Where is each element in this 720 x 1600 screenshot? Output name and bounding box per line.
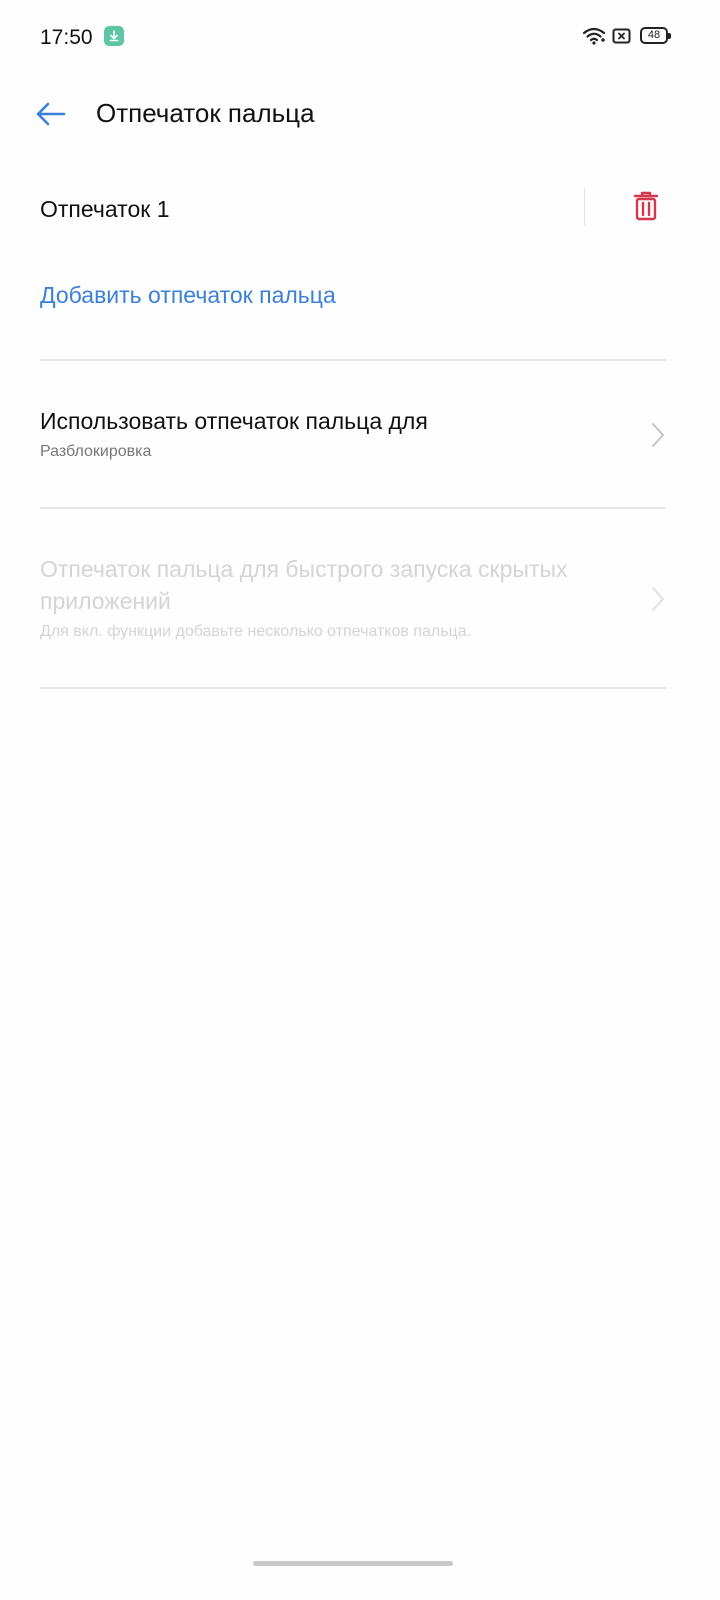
divider bbox=[584, 188, 585, 226]
chevron-right-icon bbox=[652, 423, 664, 447]
back-button[interactable] bbox=[30, 96, 70, 132]
fingerprint-item[interactable]: Отпечаток 1 bbox=[40, 180, 666, 236]
trash-icon bbox=[633, 191, 659, 221]
item-title: Использовать отпечаток пальца для bbox=[40, 408, 428, 434]
download-notification-icon bbox=[104, 26, 124, 46]
divider bbox=[40, 359, 666, 361]
battery-icon: 48 bbox=[640, 27, 671, 44]
fingerprint-name: Отпечаток 1 bbox=[40, 196, 170, 222]
item-subtitle: Разблокировка bbox=[40, 443, 152, 460]
hidden-apps-fingerprint-item[interactable]: Отпечаток пальца для быстрого запуска ск… bbox=[40, 553, 666, 653]
battery-level: 48 bbox=[647, 29, 661, 41]
item-subtitle: Для вкл. функции добавьте несколько отпе… bbox=[40, 623, 472, 640]
home-indicator[interactable] bbox=[253, 1561, 453, 1566]
delete-fingerprint-button[interactable] bbox=[628, 188, 664, 224]
item-title: Отпечаток пальца для быстрого запуска ск… bbox=[40, 556, 568, 614]
page-title: Отпечаток пальца bbox=[96, 98, 315, 128]
chevron-right-icon bbox=[652, 587, 664, 611]
add-fingerprint-link[interactable]: Добавить отпечаток пальца bbox=[40, 282, 336, 309]
use-fingerprint-for-item[interactable]: Использовать отпечаток пальца для Разбло… bbox=[40, 405, 666, 475]
screen: 17:50 48 Отпечаток пальца Отпечаток 1 До… bbox=[0, 0, 720, 1600]
divider bbox=[40, 687, 666, 689]
sim-off-icon bbox=[612, 28, 632, 50]
status-bar: 17:50 48 bbox=[0, 0, 720, 72]
arrow-left-icon bbox=[36, 102, 66, 126]
wifi-icon bbox=[582, 26, 606, 51]
status-time: 17:50 bbox=[40, 26, 93, 49]
divider bbox=[40, 507, 666, 509]
